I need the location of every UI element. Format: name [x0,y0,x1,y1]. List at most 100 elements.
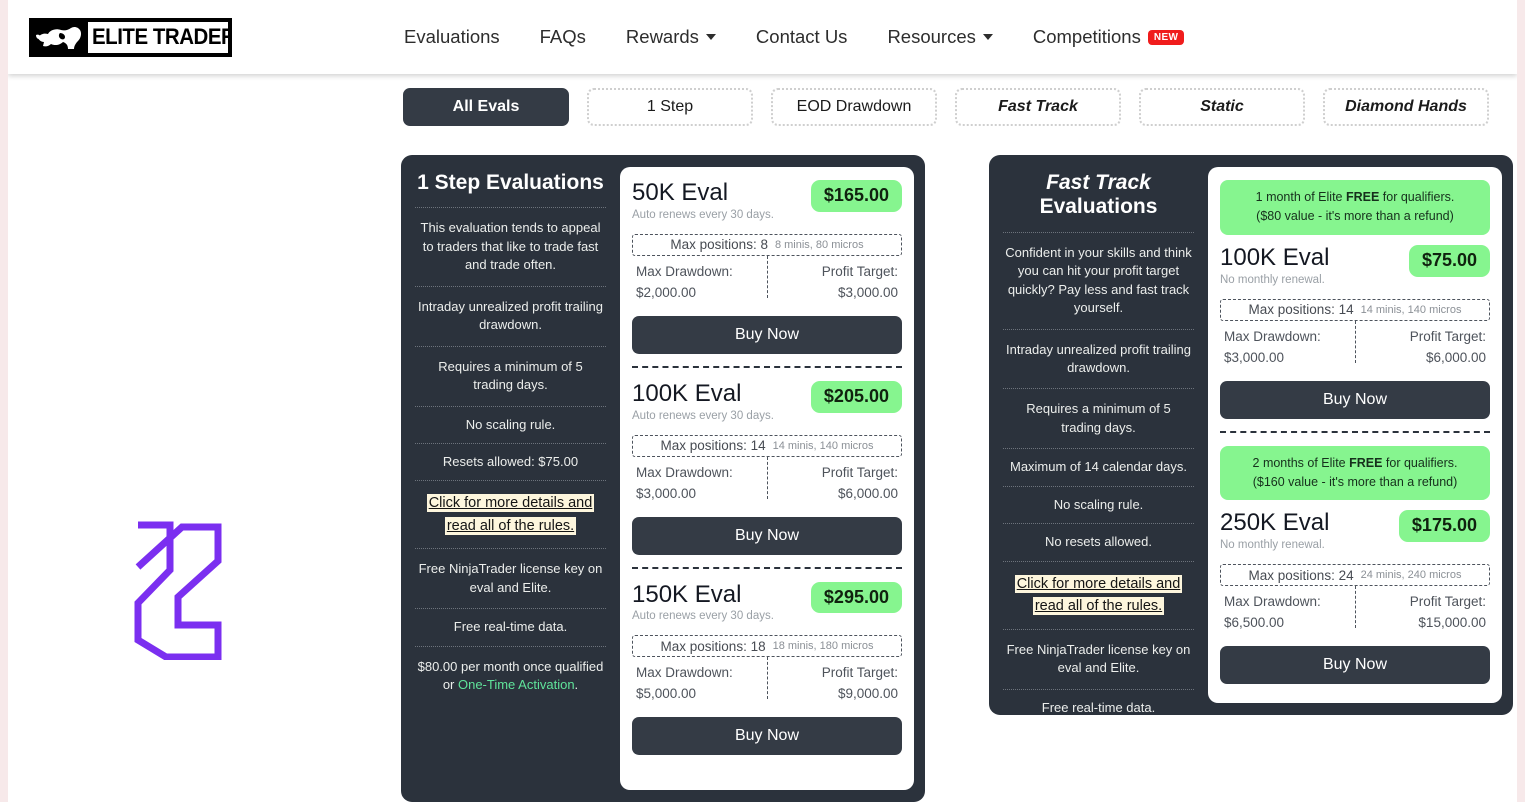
metric-value: $2,000.00 [636,284,697,300]
site-header: ELITE TRADER FUNDING Evaluations FAQs Re… [8,0,1517,74]
rules-link-row: Click for more details and read all of t… [415,480,606,548]
promo-text-bold: FREE [1349,455,1383,470]
price-badge: $175.00 [1398,510,1490,543]
card-metrics: Max Drawdown: $3,000.00 Profit Target: $… [1220,320,1490,369]
card-metrics: Max Drawdown: $5,000.00 Profit Target: $… [632,657,902,705]
card-header: 150K Eval Auto renews every 30 days. $29… [632,580,902,622]
buy-now-button[interactable]: Buy Now [632,516,902,555]
nav-label: Rewards [625,26,699,47]
info-row: Free NinjaTrader license key on eval and… [415,548,606,608]
card-header: 100K Eval No monthly renewal. $75.00 [1220,244,1490,286]
max-positions-box: Max positions: 18 18 minis, 180 micros [632,635,902,658]
metric-value: $3,000.00 [636,485,697,501]
nav-label: Competitions [1032,26,1141,47]
metric-value: $9,000.00 [837,686,898,702]
info-row: Maximum of 14 calendar days. [1003,448,1194,485]
card-title-group: 150K Eval Auto renews every 30 days. [632,580,774,622]
promo-text-line2: ($80 value - it's more than a refund) [1256,209,1454,224]
eval-renewal-note: Auto renews every 30 days. [632,409,774,422]
nav-item-faqs[interactable]: FAQs [540,26,586,48]
chevron-down-icon [705,34,716,40]
info-row: No scaling rule. [1003,485,1194,523]
new-badge: NEW [1147,29,1185,45]
max-positions-detail: 24 minis, 240 micros [1360,569,1462,582]
eval-card: 50K Eval Auto renews every 30 days. $165… [632,167,902,368]
eval-card: 100K Eval Auto renews every 30 days. $20… [632,368,902,569]
eval-card: 2 months of Elite FREE for qualifiers. (… [1220,433,1490,697]
info-row: Requires a minimum of 5 trading days. [415,345,606,406]
max-positions-detail: 8 minis, 80 micros [774,238,864,251]
price-badge: $165.00 [810,180,902,212]
rules-link[interactable]: Click for more details and read all of t… [426,494,595,535]
buy-now-button[interactable]: Buy Now [1220,646,1490,684]
nav-item-competitions[interactable]: Competitions NEW [1033,26,1185,48]
eval-name: 50K Eval [632,179,729,206]
info-row: Requires a minimum of 5 trading days. [1003,388,1194,448]
metric-value: $3,000.00 [837,284,898,300]
card-header: 100K Eval Auto renews every 30 days. $20… [632,380,902,422]
price-badge: $205.00 [810,380,902,413]
metric-value: $3,000.00 [1224,349,1285,365]
rules-link[interactable]: Click for more details and read all of t… [1014,574,1183,616]
buy-now-button[interactable]: Buy Now [632,717,902,756]
card-title-group: 250K Eval No monthly renewal. [1220,510,1329,551]
promo-text-pre: 1 month of Elite [1255,190,1346,204]
metric-label: Max Drawdown: [1224,328,1321,344]
eval-renewal-note: No monthly renewal. [1220,539,1325,552]
info-row: Confident in your skills and think you c… [1003,231,1194,329]
brand-logo[interactable]: ELITE TRADER FUNDING [29,17,232,57]
eval-name: 150K Eval [632,580,742,608]
max-positions-label: Max positions: 8 [670,237,768,253]
promo-text-bold: FREE [1345,190,1380,204]
tab-static[interactable]: Static [1139,88,1305,126]
nav-item-rewards[interactable]: Rewards [626,26,716,48]
metric-label: Profit Target: [821,263,898,279]
panel-title-italic: Fast Track [1046,171,1151,194]
metric-label: Max Drawdown: [636,665,733,681]
tab-all-evals[interactable]: All Evals [403,88,569,126]
metric-drawdown: Max Drawdown: $6,500.00 [1220,592,1355,634]
card-header: 250K Eval No monthly renewal. $175.00 [1220,510,1490,551]
metric-profit-target: Profit Target: $3,000.00 [767,262,902,304]
metric-drawdown: Max Drawdown: $3,000.00 [632,463,767,505]
price-badge: $295.00 [810,581,902,614]
buy-now-button[interactable]: Buy Now [1220,380,1490,419]
panel-title: Fast Track Evaluations [1003,171,1194,232]
panel-fast-track-cards: 1 month of Elite FREE for qualifiers. ($… [1208,167,1502,703]
tab-fast-track[interactable]: Fast Track [955,88,1121,126]
panel-one-step-info: 1 Step Evaluations This evaluation tends… [401,155,620,802]
pricing-footnote-suffix: . [574,677,579,693]
nav-item-evaluations[interactable]: Evaluations [404,26,500,48]
eval-renewal-note: No monthly renewal. [1220,273,1325,286]
max-positions-box: Max positions: 14 14 minis, 140 micros [632,434,902,457]
buy-now-button[interactable]: Buy Now [632,315,902,354]
one-time-activation-link[interactable]: One-Time Activation [458,677,575,692]
info-row: Resets allowed: $75.00 [415,442,606,480]
metric-value: $6,500.00 [1224,615,1285,631]
metric-profit-target: Profit Target: $9,000.00 [767,663,902,705]
promo-text-line2: ($160 value - it's more than a refund) [1252,474,1458,489]
tab-diamond-hands[interactable]: Diamond Hands [1323,88,1489,126]
metric-label: Max Drawdown: [1224,594,1321,610]
metric-label: Profit Target: [1409,328,1486,344]
metric-profit-target: Profit Target: $6,000.00 [1355,327,1490,369]
max-positions-detail: 14 minis, 140 micros [1360,303,1462,316]
nav-item-resources[interactable]: Resources [887,26,993,48]
tab-eod-drawdown[interactable]: EOD Drawdown [771,88,937,126]
metric-value: $5,000.00 [636,686,697,702]
panel-title: 1 Step Evaluations [417,171,604,194]
panel-one-step: 1 Step Evaluations This evaluation tends… [401,155,925,802]
price-badge: $75.00 [1408,244,1490,277]
eval-renewal-note: Auto renews every 30 days. [632,208,774,221]
panel-one-step-cards: 50K Eval Auto renews every 30 days. $165… [620,167,914,790]
promo-text-post: for qualifiers. [1379,190,1455,204]
metric-profit-target: Profit Target: $6,000.00 [767,463,902,505]
promo-banner: 1 month of Elite FREE for qualifiers. ($… [1220,180,1490,235]
max-positions-detail: 18 minis, 180 micros [772,640,874,653]
tab-1-step[interactable]: 1 Step [587,88,753,126]
nav-item-contact-us[interactable]: Contact Us [756,26,848,48]
eval-card: 1 month of Elite FREE for qualifiers. ($… [1220,167,1490,433]
eval-filter-tabs: All Evals 1 Step EOD Drawdown Fast Track… [8,88,1517,126]
info-row: Intraday unrealized profit trailing draw… [1003,328,1194,389]
logo-wordmark-plate: ELITE TRADER FUNDING [88,21,228,53]
